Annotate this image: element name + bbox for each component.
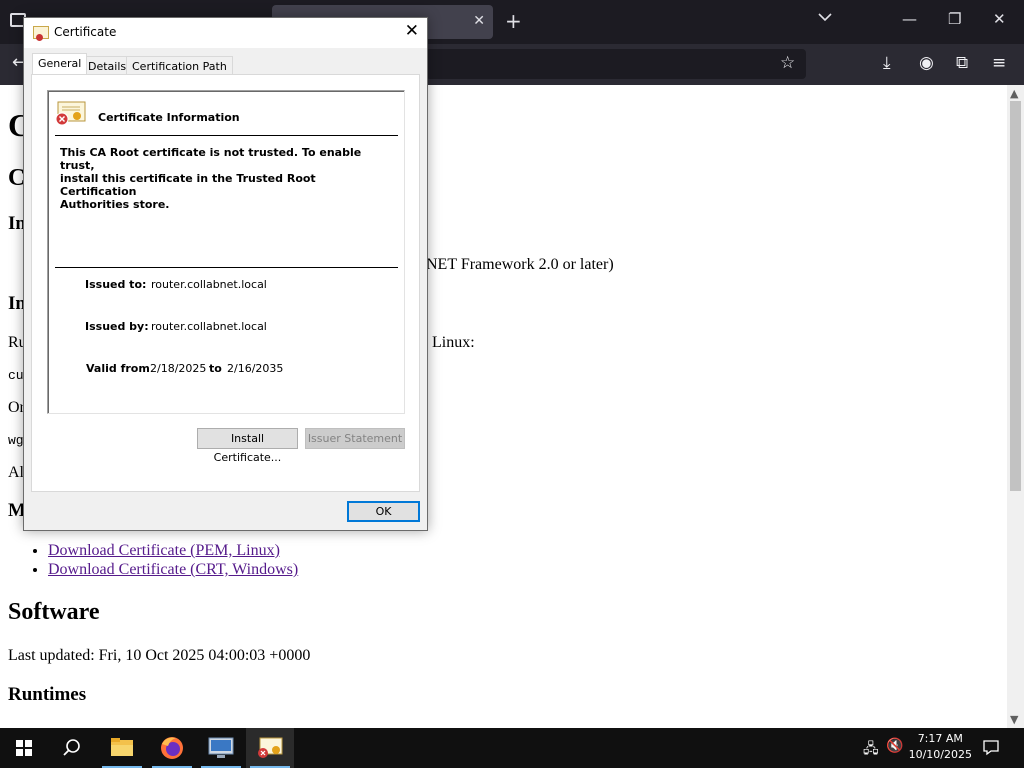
list-item: Download Certificate (PEM, Linux) <box>48 541 298 560</box>
instructions-text-fragment-end: n Linux: <box>420 334 475 351</box>
valid-to-value: 2/16/2035 <box>227 362 284 375</box>
ok-button[interactable]: OK <box>347 501 420 522</box>
extensions-icon[interactable]: ⧉ <box>956 53 968 73</box>
runtimes-heading: Runtimes <box>8 684 87 705</box>
issued-by-label: Issued by: <box>85 320 149 333</box>
minimize-window-icon[interactable]: — <box>902 10 917 28</box>
start-button[interactable] <box>0 728 48 768</box>
valid-from-value: 2/18/2025 <box>150 362 207 375</box>
command-code-fragment-1: cu <box>8 368 24 383</box>
valid-from-label: Valid from <box>86 362 150 375</box>
issued-to-label: Issued to: <box>85 278 147 291</box>
certificate-dialog: Certificate ✕ General Details Certificat… <box>23 17 428 531</box>
certificate-icon <box>33 26 49 41</box>
command-code-fragment-2: wg <box>8 433 24 448</box>
divider <box>55 267 398 268</box>
search-button[interactable] <box>48 728 96 768</box>
install-certificate-button[interactable]: Install Certificate... <box>197 428 298 464</box>
close-icon[interactable]: ✕ <box>405 21 419 41</box>
certificate-info-title: Certificate Information <box>98 111 240 124</box>
issuer-statement-button: Issuer Statement <box>305 428 405 449</box>
clock-time: 7:17 AM <box>917 732 963 745</box>
note-text-fragment: Al <box>8 464 24 481</box>
volume-muted-icon[interactable]: 🔇 <box>886 738 903 754</box>
taskbar-file-explorer[interactable] <box>98 728 146 768</box>
certificate-info-box: Certificate Information This CA Root cer… <box>47 90 405 414</box>
general-tab-panel: Certificate Information This CA Root cer… <box>31 74 420 492</box>
requirements-text-fragment: NET Framework 2.0 or later) <box>426 256 614 273</box>
network-icon[interactable]: 🖧 <box>863 738 879 762</box>
close-window-icon[interactable]: ✕ <box>993 10 1006 28</box>
last-updated-text: Last updated: Fri, 10 Oct 2025 04:00:03 … <box>8 647 311 664</box>
taskbar-firefox[interactable] <box>148 728 196 768</box>
tab-certification-path[interactable]: Certification Path <box>126 56 233 74</box>
taskbar-certificate[interactable] <box>246 728 294 768</box>
menu-hamburger-icon[interactable]: ≡ <box>992 53 1006 73</box>
scroll-down-arrow-icon[interactable]: ▼ <box>1010 713 1018 726</box>
software-heading: Software <box>8 599 100 625</box>
page-scrollbar[interactable]: ▲ ▼ <box>1007 85 1024 728</box>
scroll-up-arrow-icon[interactable]: ▲ <box>1010 87 1018 100</box>
issued-by-value: router.collabnet.local <box>151 320 267 333</box>
search-icon <box>63 739 80 756</box>
certificate-download-links: Download Certificate (PEM, Linux) Downlo… <box>30 541 298 579</box>
tab-general[interactable]: General <box>32 53 88 74</box>
firefox-icon <box>161 737 183 759</box>
account-icon[interactable]: ◉ <box>919 53 934 73</box>
clock-date: 10/10/2025 <box>908 748 972 761</box>
bookmark-star-icon[interactable]: ☆ <box>780 53 795 73</box>
file-explorer-icon <box>111 738 133 756</box>
windows-taskbar: 🖧 🔇 7:17 AM 10/10/2025 <box>0 728 1024 768</box>
dialog-title-bar[interactable]: Certificate ✕ <box>24 18 427 48</box>
tab-details[interactable]: Details <box>82 56 133 74</box>
close-tab-icon[interactable]: ✕ <box>473 13 485 29</box>
windows-logo-icon <box>16 740 23 747</box>
download-crt-link[interactable]: Download Certificate (CRT, Windows) <box>48 561 298 578</box>
valid-to-label: to <box>209 362 222 375</box>
taskbar-clock[interactable]: 7:17 AM 10/10/2025 <box>909 731 972 763</box>
new-tab-icon[interactable]: + <box>505 11 522 31</box>
dialog-title: Certificate <box>54 25 117 39</box>
notifications-icon[interactable] <box>982 738 1000 756</box>
restore-window-icon[interactable]: ❐ <box>948 10 961 28</box>
list-item: Download Certificate (CRT, Windows) <box>48 560 298 579</box>
taskbar-remote-desktop[interactable] <box>197 728 245 768</box>
downloads-icon[interactable]: ⤓ <box>883 53 891 73</box>
issued-to-value: router.collabnet.local <box>151 278 267 291</box>
url-bar[interactable] <box>426 49 806 79</box>
scrollbar-thumb[interactable] <box>1010 101 1021 491</box>
tab-list-chevron-icon[interactable] <box>818 12 832 22</box>
divider <box>55 135 398 136</box>
trust-warning-text: This CA Root certificate is not trusted.… <box>60 146 362 211</box>
remote-desktop-icon <box>208 737 234 758</box>
untrusted-certificate-icon <box>55 101 86 126</box>
download-pem-link[interactable]: Download Certificate (PEM, Linux) <box>48 542 280 559</box>
certificate-icon <box>258 737 283 758</box>
